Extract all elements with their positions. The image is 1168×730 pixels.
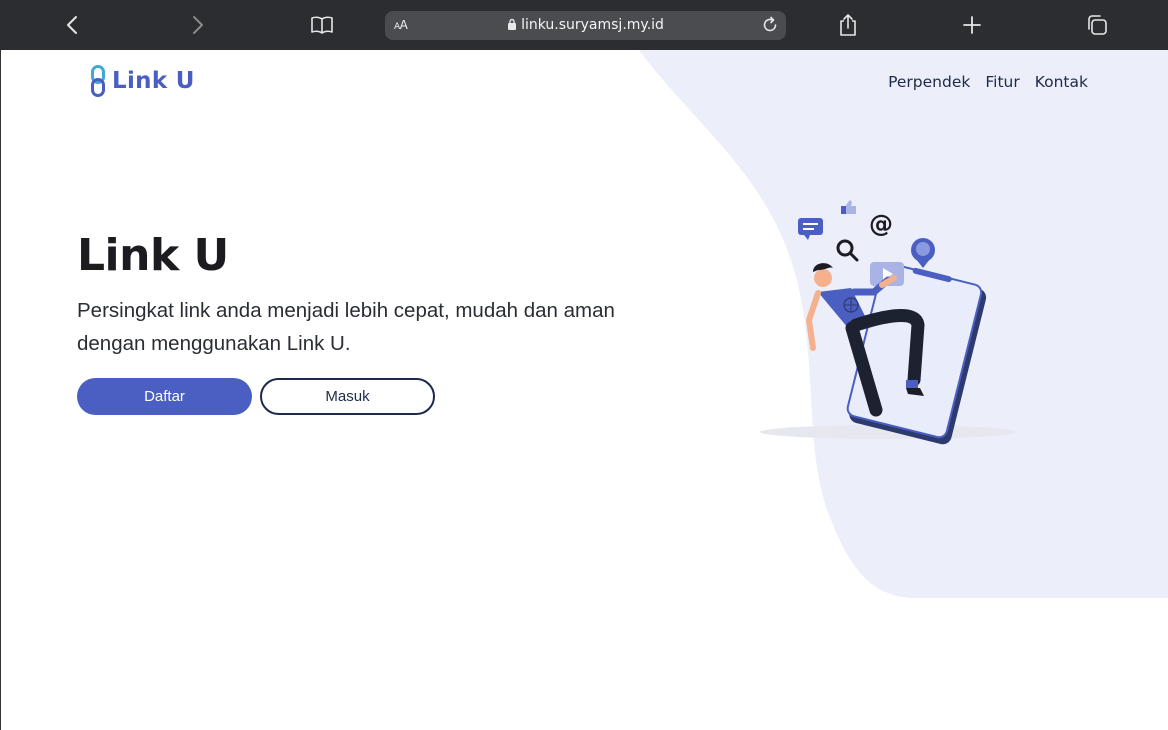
forward-icon[interactable] xyxy=(182,10,212,40)
main-nav: Perpendek Fitur Kontak xyxy=(888,73,1088,91)
lock-icon xyxy=(507,18,517,34)
bookmarks-icon[interactable] xyxy=(307,10,337,40)
url-text: linku.suryamsj.my.id xyxy=(521,17,664,33)
search-icon xyxy=(836,239,859,262)
reload-icon[interactable] xyxy=(760,15,780,35)
back-icon[interactable] xyxy=(58,10,88,40)
share-icon[interactable] xyxy=(833,10,863,40)
login-button[interactable]: Masuk xyxy=(260,378,435,415)
logo[interactable]: Link U xyxy=(91,65,195,97)
browser-toolbar: AA linku.suryamsj.my.id xyxy=(0,0,1168,50)
location-pin-icon xyxy=(911,238,935,268)
new-tab-icon[interactable] xyxy=(957,10,987,40)
tabs-overview-icon[interactable] xyxy=(1082,10,1112,40)
at-sign-icon: @ xyxy=(869,210,893,238)
hero-description: Persingkat link anda menjadi lebih cepat… xyxy=(77,299,615,355)
hero-illustration: @ xyxy=(760,200,1016,445)
logo-text: Link U xyxy=(112,68,195,94)
thumbs-up-icon xyxy=(841,200,856,214)
address-bar[interactable]: AA linku.suryamsj.my.id xyxy=(385,11,786,40)
chat-icon xyxy=(798,218,823,240)
hero-title: Link U xyxy=(77,230,229,281)
nav-link-perpendek[interactable]: Perpendek xyxy=(888,73,970,91)
chain-link-icon xyxy=(91,65,105,97)
register-button[interactable]: Daftar xyxy=(77,378,252,415)
nav-link-fitur[interactable]: Fitur xyxy=(985,73,1019,91)
page: Link U Perpendek Fitur Kontak Link U Per… xyxy=(0,50,1168,730)
nav-link-kontak[interactable]: Kontak xyxy=(1035,73,1088,91)
